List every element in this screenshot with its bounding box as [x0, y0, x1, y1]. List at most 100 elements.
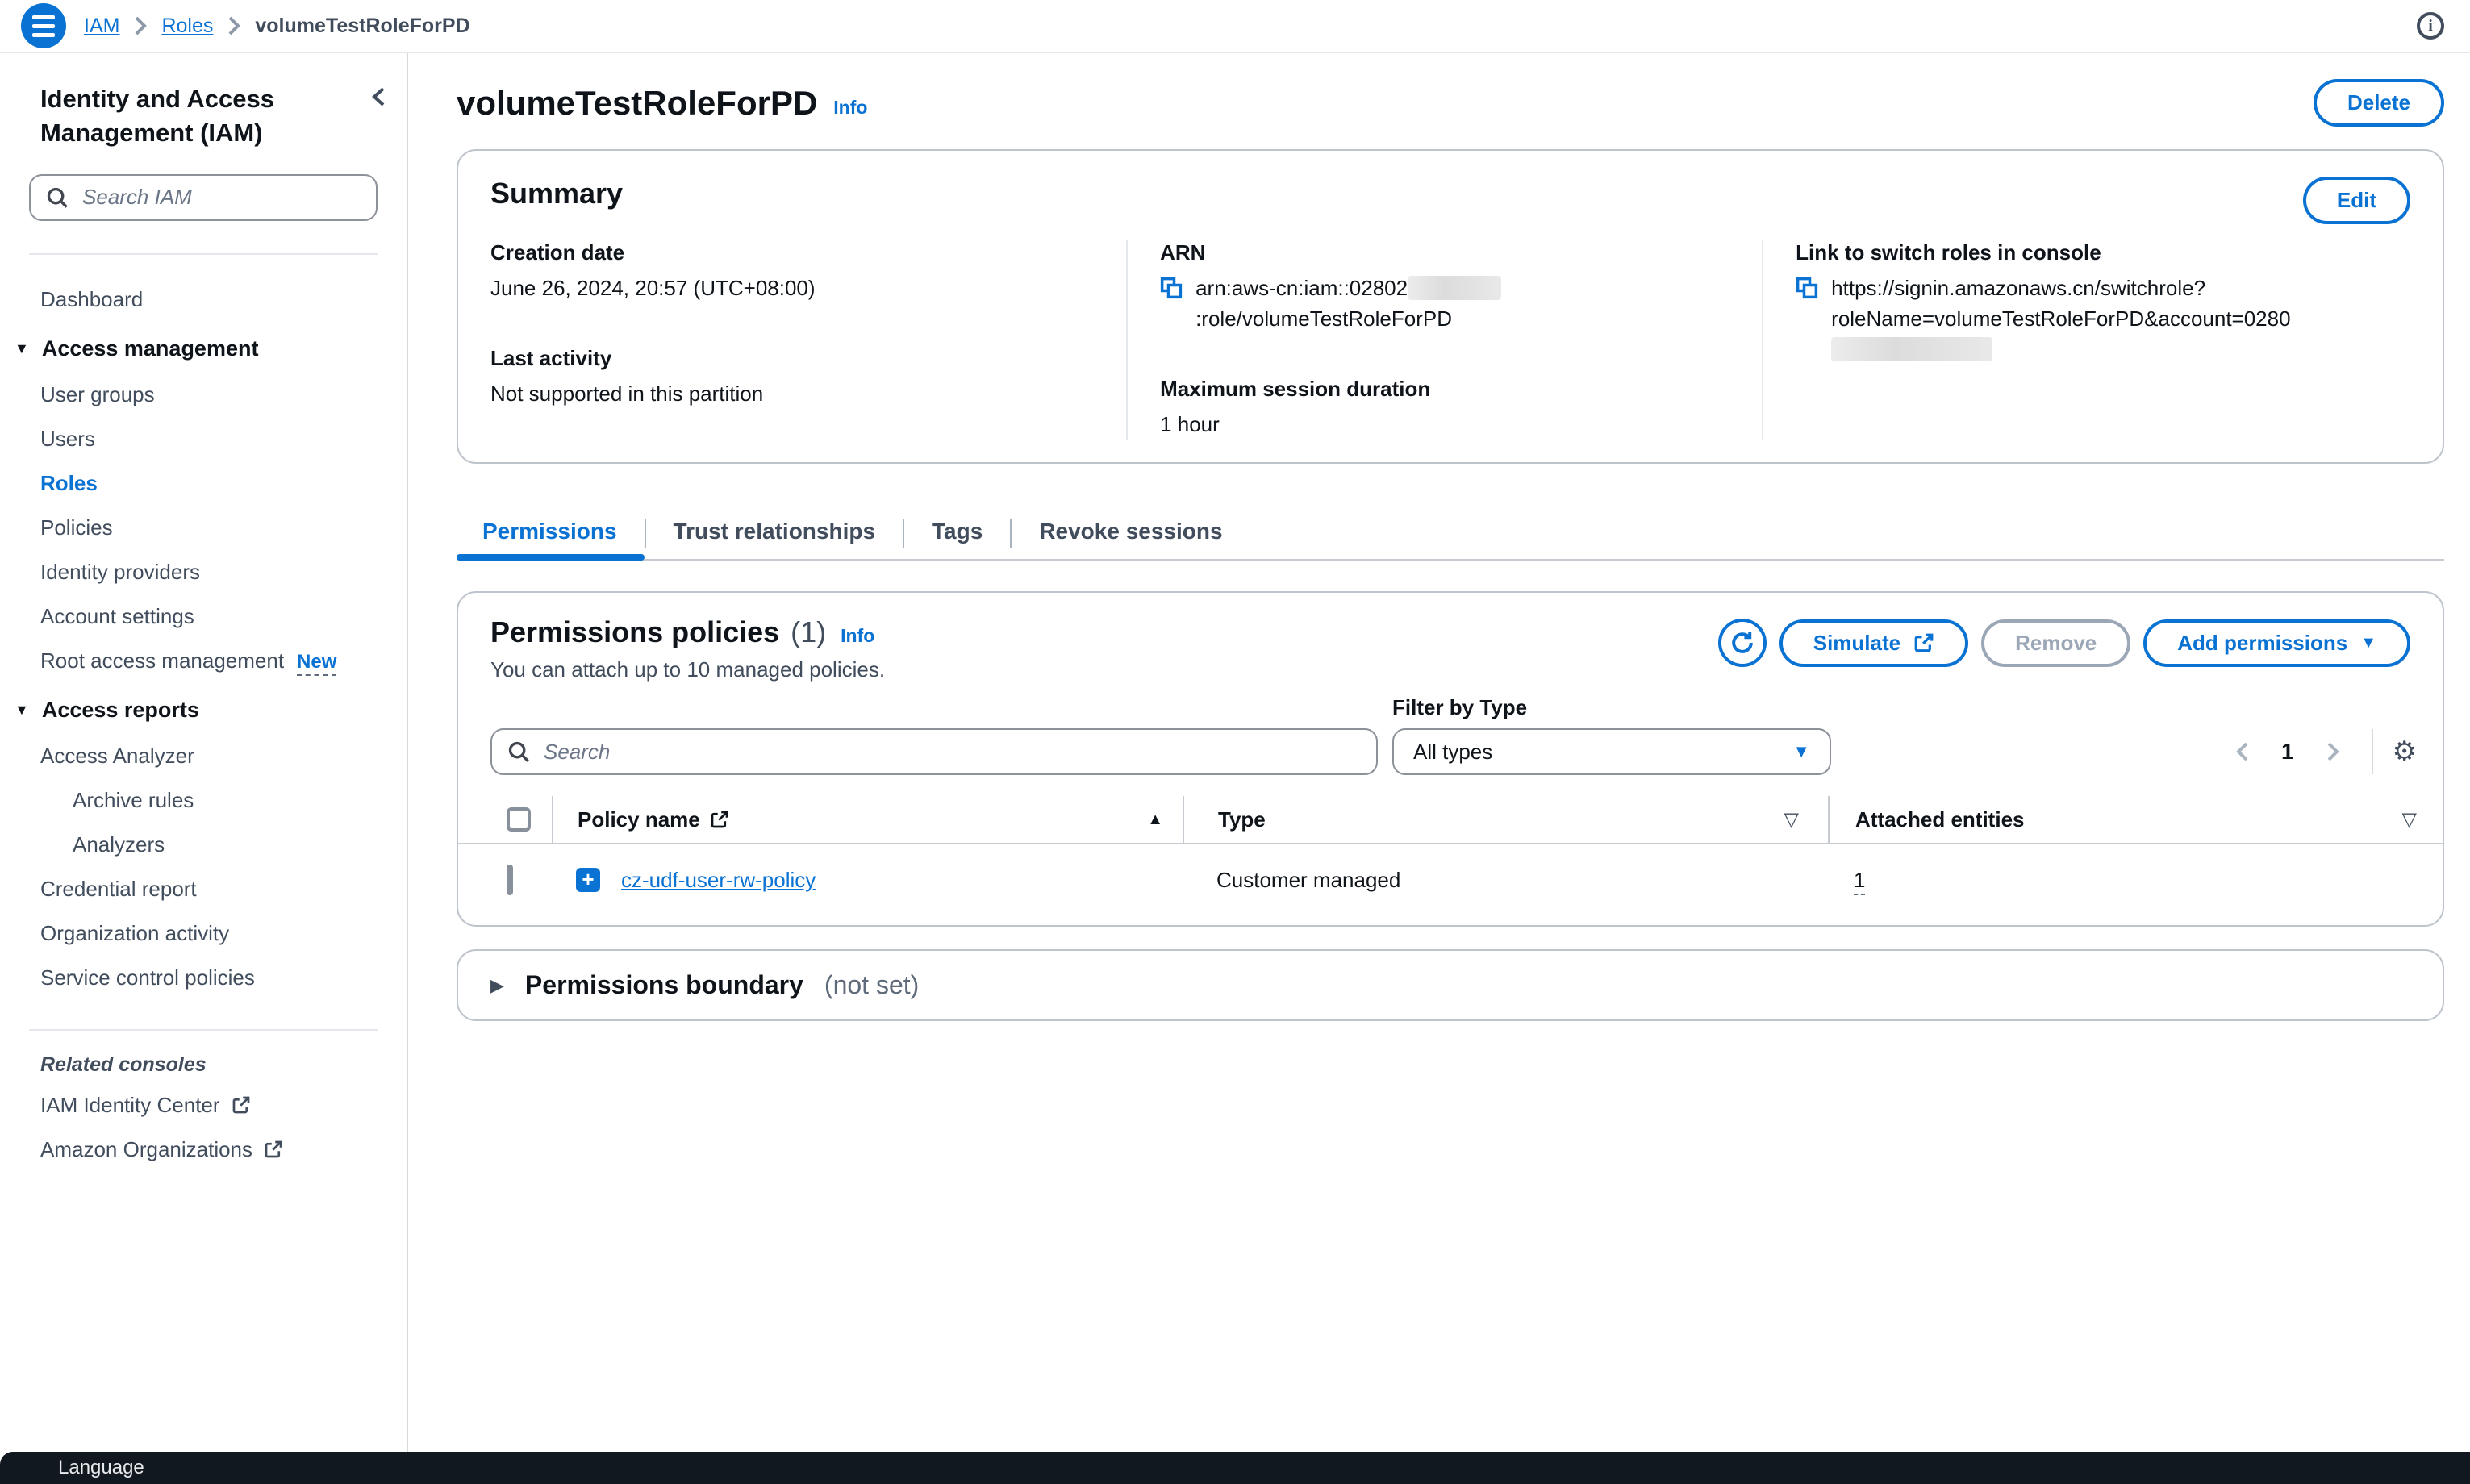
column-type: Type: [1218, 807, 1266, 832]
tab-permissions[interactable]: Permissions: [457, 507, 645, 559]
simulate-button[interactable]: Simulate: [1779, 619, 1968, 667]
summary-heading: Summary: [490, 177, 623, 211]
add-permissions-label: Add permissions: [2177, 631, 2347, 656]
edit-button[interactable]: Edit: [2303, 177, 2410, 224]
attached-entities-filter-icon[interactable]: ▽: [2402, 808, 2417, 832]
item-label: IAM Identity Center: [40, 1093, 220, 1118]
policies-info-link[interactable]: Info: [841, 625, 874, 647]
preferences-gear-icon[interactable]: ⚙: [2393, 738, 2417, 765]
attached-entities-link[interactable]: 1: [1854, 868, 1865, 895]
breadcrumb-roles[interactable]: Roles: [161, 15, 213, 38]
sidebar-item-analyzers[interactable]: Analyzers: [0, 823, 407, 867]
related-consoles-heading: Related consoles: [0, 1031, 407, 1083]
remove-button[interactable]: Remove: [1981, 619, 2130, 667]
boundary-value: (not set): [824, 970, 919, 1000]
copy-icon[interactable]: [1160, 277, 1183, 299]
sort-ascending-icon[interactable]: ▲: [1147, 811, 1163, 829]
sidebar-item-service-control-policies[interactable]: Service control policies: [0, 956, 407, 1000]
select-caret-icon: ▼: [1792, 741, 1810, 762]
add-permissions-button[interactable]: Add permissions ▼: [2143, 619, 2410, 667]
sidebar-search-input[interactable]: [29, 174, 378, 221]
sidebar-item-users[interactable]: Users: [0, 417, 407, 461]
row-checkbox[interactable]: [507, 865, 513, 895]
tab-tags[interactable]: Tags: [904, 507, 1010, 559]
permissions-boundary-card[interactable]: ▶ Permissions boundary (not set): [457, 949, 2444, 1021]
policies-count: (1): [791, 615, 826, 649]
creation-date-value: June 26, 2024, 20:57 (UTC+08:00): [490, 273, 1097, 304]
copy-icon[interactable]: [1796, 277, 1818, 299]
page-number[interactable]: 1: [2265, 739, 2310, 765]
redacted-account-id: [1831, 337, 1992, 361]
menu-icon[interactable]: [21, 3, 66, 48]
table-row: + cz-udf-user-rw-policy Customer managed…: [458, 844, 2443, 915]
arn-prefix: arn:aws-cn:iam::02802: [1195, 276, 1408, 300]
sidebar-item-amazon-organizations[interactable]: Amazon Organizations: [0, 1128, 407, 1172]
tab-trust-relationships[interactable]: Trust relationships: [646, 507, 903, 559]
main-content: volumeTestRoleForPD Info Delete Summary …: [408, 53, 2470, 1452]
title-info-link[interactable]: Info: [833, 97, 867, 119]
top-navigation-bar: IAM Roles volumeTestRoleForPD i: [0, 0, 2470, 53]
last-activity-value: Not supported in this partition: [490, 379, 1097, 410]
previous-page-button[interactable]: [2223, 732, 2262, 771]
max-session-value: 1 hour: [1160, 410, 1733, 440]
item-label: Amazon Organizations: [40, 1137, 252, 1162]
type-filter-select[interactable]: All types ▼: [1392, 728, 1831, 775]
iam-sidebar: Identity and Access Management (IAM) Das…: [0, 53, 408, 1452]
delete-button[interactable]: Delete: [2314, 79, 2444, 127]
language-selector[interactable]: Language: [58, 1457, 144, 1479]
expand-section-icon: ▶: [490, 975, 504, 996]
next-page-button[interactable]: [2314, 732, 2352, 771]
sidebar-section-access-reports[interactable]: ▼ Access reports: [0, 683, 407, 734]
policies-search-input[interactable]: [490, 728, 1378, 775]
switch-role-url: https://signin.amazonaws.cn/switchrole? …: [1831, 273, 2381, 365]
expand-row-icon[interactable]: +: [576, 868, 600, 892]
sidebar-item-policies[interactable]: Policies: [0, 506, 407, 550]
policies-table: Policy name ▲ Type ▽ Attached entities ▽: [458, 796, 2443, 915]
detail-tabs: Permissions Trust relationships Tags Rev…: [457, 507, 2444, 561]
summary-card: Summary Edit Creation date June 26, 2024…: [457, 149, 2444, 464]
breadcrumb-iam[interactable]: IAM: [84, 15, 119, 38]
simulate-label: Simulate: [1813, 631, 1900, 656]
max-session-label: Maximum session duration: [1160, 377, 1733, 402]
sidebar-item-archive-rules[interactable]: Archive rules: [0, 778, 407, 823]
last-activity-label: Last activity: [490, 346, 1097, 371]
policy-name-link[interactable]: cz-udf-user-rw-policy: [621, 868, 816, 893]
arn-label: ARN: [1160, 240, 1733, 265]
policies-subtext: You can attach up to 10 managed policies…: [490, 657, 885, 682]
sidebar-item-access-analyzer[interactable]: Access Analyzer: [0, 734, 407, 778]
policies-heading: Permissions policies: [490, 615, 779, 649]
section-label: Access management: [42, 336, 259, 361]
redacted-account-id: [1408, 276, 1501, 300]
iam-role-detail-page: IAM Roles volumeTestRoleForPD i Identity…: [0, 0, 2470, 1484]
sidebar-title: Identity and Access Management (IAM): [40, 82, 328, 150]
collapse-sidebar-icon[interactable]: [369, 85, 387, 150]
sidebar-item-roles[interactable]: Roles: [0, 461, 407, 506]
breadcrumb-current: volumeTestRoleForPD: [255, 15, 469, 38]
tab-revoke-sessions[interactable]: Revoke sessions: [1012, 507, 1250, 559]
filter-by-type-label: Filter by Type: [1392, 695, 1831, 720]
switch-url-line2: roleName=volumeTestRoleForPD&account=028…: [1831, 306, 2290, 331]
info-icon[interactable]: i: [2417, 12, 2444, 40]
sidebar-item-root-access-management[interactable]: Root access managementNew: [0, 639, 407, 683]
sidebar-item-user-groups[interactable]: User groups: [0, 373, 407, 417]
sidebar-item-iam-identity-center[interactable]: IAM Identity Center: [0, 1083, 407, 1128]
sidebar-item-organization-activity[interactable]: Organization activity: [0, 911, 407, 956]
table-header-row: Policy name ▲ Type ▽ Attached entities ▽: [458, 796, 2443, 844]
type-filter-icon[interactable]: ▽: [1784, 808, 1799, 832]
chevron-right-icon: [227, 16, 240, 35]
chevron-right-icon: [134, 16, 147, 35]
arn-suffix: :role/volumeTestRoleForPD: [1195, 306, 1452, 331]
type-filter-value: All types: [1413, 740, 1492, 765]
sidebar-item-credential-report[interactable]: Credential report: [0, 867, 407, 911]
sidebar-divider: [29, 253, 378, 255]
sidebar-section-access-management[interactable]: ▼ Access management: [0, 322, 407, 373]
refresh-button[interactable]: [1718, 619, 1767, 667]
sidebar-item-dashboard[interactable]: Dashboard: [0, 277, 407, 322]
search-icon: [45, 186, 69, 210]
sidebar-item-identity-providers[interactable]: Identity providers: [0, 550, 407, 594]
section-caret-icon: ▼: [15, 702, 29, 717]
breadcrumb: IAM Roles volumeTestRoleForPD: [84, 15, 470, 38]
permissions-policies-card: Permissions policies (1) Info You can at…: [457, 591, 2444, 927]
sidebar-item-account-settings[interactable]: Account settings: [0, 594, 407, 639]
select-all-checkbox[interactable]: [507, 807, 531, 832]
